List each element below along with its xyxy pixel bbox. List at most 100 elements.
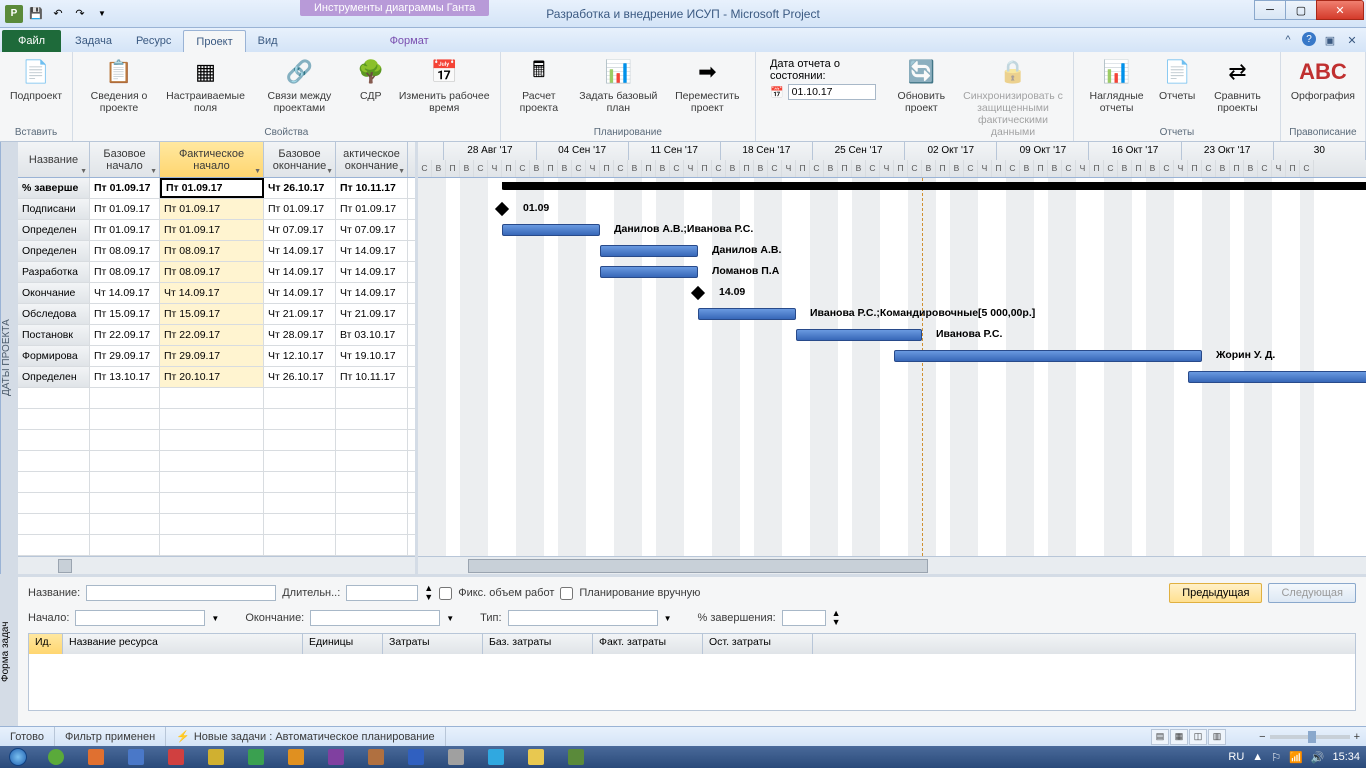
tab-view[interactable]: Вид: [246, 30, 290, 52]
gantt-hscroll[interactable]: [418, 556, 1366, 574]
col-baseline-start[interactable]: Базовое начало▼: [90, 142, 160, 177]
btn-change-working-time[interactable]: 📅Изменить рабочее время: [395, 54, 494, 116]
undo-icon[interactable]: ↶: [48, 4, 68, 24]
table-row[interactable]: ОпределенПт 01.09.17Пт 01.09.17Чт 07.09.…: [18, 220, 415, 241]
tb-app-12[interactable]: [476, 746, 516, 768]
resource-table-body[interactable]: [29, 654, 1355, 710]
tb-app-3[interactable]: [116, 746, 156, 768]
btn-reports[interactable]: 📄Отчеты: [1157, 54, 1197, 104]
tab-file[interactable]: Файл: [2, 30, 61, 52]
gantt-chart[interactable]: 01.09Данилов А.В.;Иванова Р.С.Данилов А.…: [418, 178, 1366, 556]
tray-lang[interactable]: RU: [1228, 751, 1244, 763]
tb-app-14[interactable]: [556, 746, 596, 768]
tb-app-9[interactable]: [356, 746, 396, 768]
view-usage-icon[interactable]: ▦: [1170, 729, 1188, 745]
start-button[interactable]: [0, 746, 36, 768]
minimize-ribbon-icon[interactable]: ^: [1280, 32, 1296, 48]
btn-update-project[interactable]: 🔄Обновить проект: [888, 54, 955, 116]
ft-col-resname[interactable]: Название ресурса: [63, 634, 303, 654]
spinner-icon[interactable]: ▲▼: [424, 584, 433, 602]
btn-custom-fields[interactable]: ▦Настраиваемые поля: [163, 54, 248, 116]
field-duration[interactable]: [346, 585, 418, 601]
save-icon[interactable]: 💾: [26, 4, 46, 24]
close-button[interactable]: ✕: [1316, 0, 1364, 20]
tab-project[interactable]: Проект: [183, 30, 245, 52]
tray-time[interactable]: 15:34: [1332, 751, 1360, 763]
view-side-label[interactable]: ДАТЫ ПРОЕКТА: [0, 142, 18, 574]
tab-task[interactable]: Задача: [63, 30, 124, 52]
zoom-in-icon[interactable]: +: [1354, 731, 1360, 743]
zoom-out-icon[interactable]: −: [1259, 731, 1265, 743]
field-start[interactable]: [75, 610, 205, 626]
btn-project-info[interactable]: 📋Сведения о проекте: [79, 54, 159, 116]
table-row[interactable]: ОпределенПт 08.09.17Пт 08.09.17Чт 14.09.…: [18, 241, 415, 262]
restore-window-icon[interactable]: ▣: [1322, 32, 1338, 48]
table-row[interactable]: ФормироваПт 29.09.17Пт 29.09.17Чт 12.10.…: [18, 346, 415, 367]
btn-baseline[interactable]: 📊Задать базовый план: [575, 54, 662, 116]
btn-calc-project[interactable]: 🖩Расчет проекта: [507, 54, 571, 116]
ft-col-cost[interactable]: Затраты: [383, 634, 483, 654]
btn-compare[interactable]: ⇄Сравнить проекты: [1201, 54, 1274, 116]
tb-app-4[interactable]: [156, 746, 196, 768]
tb-app-6[interactable]: [236, 746, 276, 768]
tb-app-11[interactable]: [436, 746, 476, 768]
tab-format[interactable]: Формат: [378, 30, 441, 52]
field-type[interactable]: [508, 610, 658, 626]
status-date-input[interactable]: [788, 84, 876, 100]
tb-app-8[interactable]: [316, 746, 356, 768]
btn-next[interactable]: Следующая: [1268, 583, 1356, 603]
tray-network-icon[interactable]: 📶: [1289, 751, 1303, 764]
btn-move-project[interactable]: ➡Переместить проект: [666, 54, 749, 116]
tray-action-icon[interactable]: ⚐: [1271, 751, 1281, 764]
app-icon[interactable]: P: [4, 4, 24, 24]
btn-visual-reports[interactable]: 📊Наглядные отчеты: [1080, 54, 1153, 116]
tab-resource[interactable]: Ресурс: [124, 30, 183, 52]
ft-col-rcost[interactable]: Ост. затраты: [703, 634, 813, 654]
table-row[interactable]: ОбследоваПт 15.09.17Пт 15.09.17Чт 21.09.…: [18, 304, 415, 325]
view-team-icon[interactable]: ◫: [1189, 729, 1207, 745]
help-icon[interactable]: ?: [1302, 32, 1316, 46]
form-side-label[interactable]: Форма задач: [0, 577, 18, 726]
table-row[interactable]: ОкончаниеЧт 14.09.17Чт 14.09.17Чт 14.09.…: [18, 283, 415, 304]
col-name[interactable]: Название▼: [18, 142, 90, 177]
btn-wbs[interactable]: 🌳СДР: [351, 54, 391, 104]
btn-spelling[interactable]: ABCОрфография: [1287, 54, 1359, 104]
table-row[interactable]: ПодписаниПт 01.09.17Пт 01.09.17Пт 01.09.…: [18, 199, 415, 220]
tray-sound-icon[interactable]: 🔊: [1311, 751, 1325, 764]
spinner-icon[interactable]: ▲▼: [832, 609, 841, 627]
ft-col-bcost[interactable]: Баз. затраты: [483, 634, 593, 654]
field-name[interactable]: [86, 585, 276, 601]
grid-body[interactable]: % завершеПт 01.09.17Пт 01.09.17Чт 26.10.…: [18, 178, 415, 556]
redo-icon[interactable]: ↷: [70, 4, 90, 24]
qat-customize-icon[interactable]: ▼: [92, 4, 112, 24]
table-row[interactable]: ОпределенПт 13.10.17Пт 20.10.17Чт 26.10.…: [18, 367, 415, 388]
tb-app-7[interactable]: [276, 746, 316, 768]
col-actual-start[interactable]: Фактическое начало▼: [160, 142, 264, 177]
view-gantt-icon[interactable]: ▤: [1151, 729, 1169, 745]
col-baseline-finish[interactable]: Базовое окончание▼: [264, 142, 336, 177]
zoom-control[interactable]: − +: [1259, 731, 1360, 743]
tb-app-10[interactable]: [396, 746, 436, 768]
view-sheet-icon[interactable]: ▥: [1208, 729, 1226, 745]
chk-fixed[interactable]: [439, 587, 452, 600]
col-actual-finish[interactable]: актическое окончание▼: [336, 142, 408, 177]
chk-manual[interactable]: [560, 587, 573, 600]
ft-col-units[interactable]: Единицы: [303, 634, 383, 654]
grid-hscroll[interactable]: [18, 556, 415, 574]
btn-links[interactable]: 🔗Связи между проектами: [252, 54, 347, 116]
tb-app-5[interactable]: [196, 746, 236, 768]
minimize-button[interactable]: ─: [1254, 0, 1286, 20]
tb-app-2[interactable]: [76, 746, 116, 768]
table-row[interactable]: % завершеПт 01.09.17Пт 01.09.17Чт 26.10.…: [18, 178, 415, 199]
table-row[interactable]: ПостановкПт 22.09.17Пт 22.09.17Чт 28.09.…: [18, 325, 415, 346]
ft-col-acost[interactable]: Факт. затраты: [593, 634, 703, 654]
tray-flag-icon[interactable]: ▲: [1252, 751, 1263, 763]
maximize-button[interactable]: ▢: [1285, 0, 1317, 20]
btn-previous[interactable]: Предыдущая: [1169, 583, 1262, 603]
field-pct[interactable]: [782, 610, 826, 626]
close-child-icon[interactable]: ✕: [1344, 32, 1360, 48]
ft-col-id[interactable]: Ид.: [29, 634, 63, 654]
field-finish[interactable]: [310, 610, 440, 626]
tb-app-1[interactable]: [36, 746, 76, 768]
tb-app-13[interactable]: [516, 746, 556, 768]
